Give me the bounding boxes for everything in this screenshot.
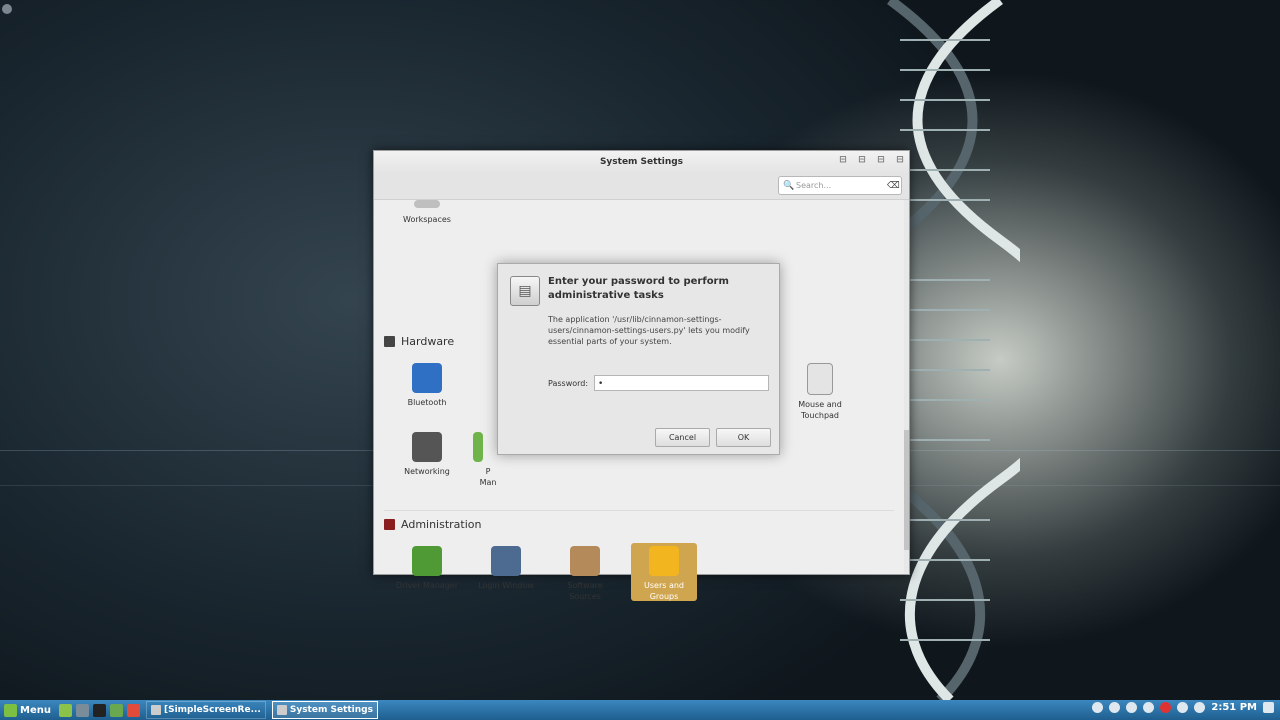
desktop-corner-icon[interactable]	[2, 4, 12, 14]
scrollbar-thumb[interactable]	[904, 430, 909, 550]
folder-icon[interactable]	[109, 703, 123, 717]
system-tray: 2:51 PM	[1092, 702, 1274, 713]
workspaces-icon	[414, 200, 440, 208]
clock[interactable]: 2:51 PM	[1211, 702, 1257, 713]
wifi-icon[interactable]	[1194, 702, 1206, 713]
item-users-groups[interactable]: Users and Groups	[631, 543, 697, 601]
minimize-button[interactable]: ⊟	[857, 155, 867, 165]
pen-icon[interactable]	[1109, 702, 1121, 713]
network-icon[interactable]	[1126, 702, 1138, 713]
scrollbar[interactable]	[904, 200, 909, 573]
volume-icon[interactable]	[1143, 702, 1155, 713]
networking-icon	[412, 432, 442, 462]
item-software-sources[interactable]: Software Sources	[552, 546, 618, 602]
task-simplescreenrecorder[interactable]: [SimpleScreenRe...	[145, 701, 266, 719]
files-icon[interactable]	[75, 703, 89, 717]
dialog-message: The application '/usr/lib/cinnamon-setti…	[548, 315, 750, 346]
item-mouse-touchpad[interactable]: Mouse and Touchpad	[787, 363, 853, 421]
bluetooth-icon	[412, 363, 442, 393]
section-administration: Administration	[384, 518, 482, 531]
administration-icon	[384, 519, 395, 530]
section-divider	[384, 510, 894, 511]
shield-icon[interactable]	[1177, 702, 1189, 713]
mint-logo-icon	[4, 703, 17, 717]
password-label: Password:	[548, 379, 589, 388]
window-titlebar[interactable]: System Settings ⊟ ⊟ ⊟ ⊟	[374, 151, 909, 173]
login-window-icon	[491, 546, 521, 576]
notifications-icon[interactable]	[1263, 702, 1274, 713]
record-icon[interactable]	[1160, 702, 1172, 713]
item-bluetooth[interactable]: Bluetooth	[394, 363, 460, 408]
password-field[interactable]: •	[594, 375, 769, 391]
sticky-button[interactable]: ⊟	[838, 155, 848, 165]
user-icon[interactable]	[1092, 702, 1104, 713]
clear-icon[interactable]: ⌫	[887, 181, 901, 191]
window-title: System Settings	[599, 157, 684, 167]
taskbar: Menu [SimpleScreenRe... System Settings …	[0, 700, 1280, 720]
search-icon: 🔍	[783, 180, 795, 191]
maximize-button[interactable]: ⊟	[876, 155, 886, 165]
lock-icon: ▤	[510, 276, 540, 306]
power-icon	[473, 432, 483, 462]
terminal-icon[interactable]	[92, 703, 106, 717]
task-system-settings[interactable]: System Settings	[271, 701, 378, 719]
dialog-title: Enter your password to perform administr…	[548, 276, 729, 301]
browser-icon[interactable]	[126, 703, 140, 717]
hardware-icon	[384, 336, 395, 347]
mouse-icon	[807, 363, 833, 395]
show-desktop-icon[interactable]	[58, 703, 72, 717]
section-hardware: Hardware	[384, 335, 454, 348]
menu-button[interactable]: Menu	[4, 703, 51, 717]
item-login-window[interactable]: Login Window	[473, 546, 539, 591]
item-driver-manager[interactable]: Driver Manager	[394, 546, 460, 591]
item-networking[interactable]: Networking	[394, 432, 460, 477]
ok-button[interactable]: OK	[716, 428, 771, 447]
recorder-icon	[150, 705, 161, 715]
users-icon	[649, 546, 679, 576]
close-button[interactable]: ⊟	[895, 155, 905, 165]
settings-icon	[276, 705, 287, 715]
auth-dialog: ▤ Enter your password to perform adminis…	[497, 263, 780, 455]
cancel-button[interactable]: Cancel	[655, 428, 710, 447]
driver-manager-icon	[412, 546, 442, 576]
search-input[interactable]: 🔍 Search... ⌫	[778, 176, 902, 195]
software-sources-icon	[570, 546, 600, 576]
item-workspaces[interactable]: Workspaces	[394, 200, 460, 225]
window-toolbar: 🔍 Search... ⌫	[374, 173, 909, 200]
